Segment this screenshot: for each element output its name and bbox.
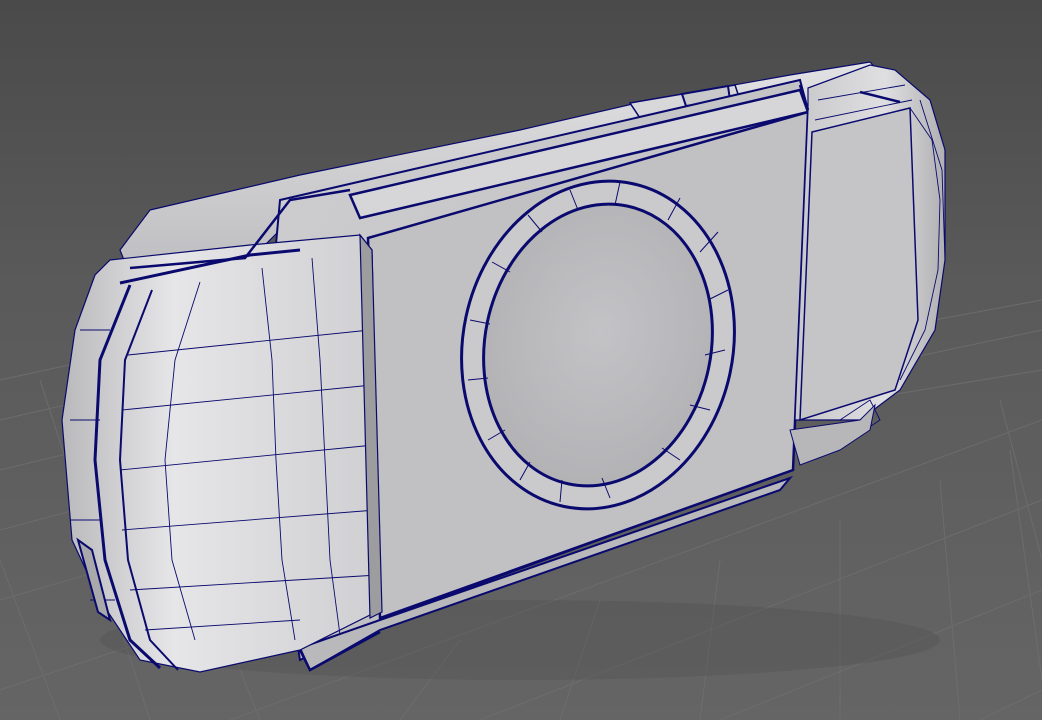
left-grip[interactable]: [61, 233, 383, 673]
right-grip[interactable]: [789, 64, 946, 466]
viewport-3d[interactable]: [0, 0, 1042, 720]
